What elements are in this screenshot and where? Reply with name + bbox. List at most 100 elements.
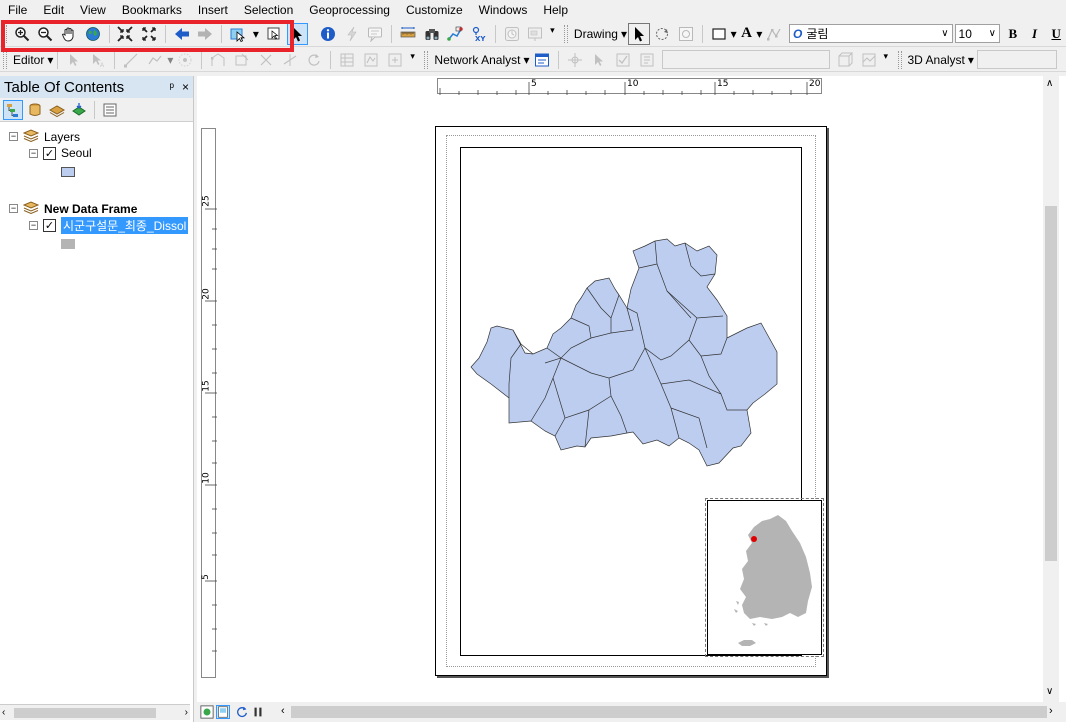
- menu-selection[interactable]: Selection: [236, 0, 301, 20]
- 3d-layer-combo[interactable]: [976, 50, 1057, 69]
- zoom-in-icon[interactable]: [11, 23, 33, 45]
- new-text-button[interactable]: A: [737, 24, 757, 44]
- toolbar-grip[interactable]: [424, 50, 429, 69]
- reshape-icon[interactable]: [231, 49, 253, 71]
- hyperlink-icon[interactable]: [341, 23, 363, 45]
- list-by-source-icon[interactable]: [25, 100, 45, 120]
- scrollbar-thumb[interactable]: [14, 708, 156, 718]
- close-icon[interactable]: ×: [182, 80, 189, 94]
- layout-canvas[interactable]: [219, 96, 1043, 702]
- rectangle-icon[interactable]: [708, 23, 730, 45]
- select-elements-arrow-icon[interactable]: [627, 22, 650, 45]
- chevron-down-icon[interactable]: ▾: [167, 53, 173, 67]
- refresh-icon[interactable]: [235, 705, 249, 719]
- layer-symbol-swatch[interactable]: [61, 239, 75, 249]
- layer-dissolve[interactable]: − ✓ 시군구설문_최종_Dissol: [29, 217, 189, 234]
- zoom-out-icon[interactable]: [35, 23, 57, 45]
- collapse-icon[interactable]: −: [9, 204, 18, 213]
- toolbar-grip[interactable]: [563, 24, 568, 43]
- italic-button[interactable]: I: [1025, 24, 1045, 44]
- horizontal-scrollbar-thumb[interactable]: [291, 706, 1047, 718]
- edit-vertices-icon[interactable]: [763, 23, 785, 45]
- data-view-icon[interactable]: [200, 705, 214, 719]
- edit-tool-icon[interactable]: [63, 49, 85, 71]
- measure-ruler-icon[interactable]: [397, 23, 419, 45]
- layout-view-icon[interactable]: [216, 705, 230, 719]
- straight-segment-icon[interactable]: [120, 49, 142, 71]
- options-icon[interactable]: [100, 100, 120, 120]
- sketch-properties-icon[interactable]: [360, 49, 382, 71]
- network-analyst-menu[interactable]: Network Analyst: [431, 53, 523, 67]
- data-frame-layers[interactable]: − Layers: [9, 128, 80, 145]
- pan-hand-icon[interactable]: [58, 23, 80, 45]
- find-binoculars-icon[interactable]: [421, 23, 443, 45]
- rotate-icon[interactable]: [652, 23, 674, 45]
- toc-horizontal-scrollbar[interactable]: ‹ ›: [0, 704, 190, 720]
- scroll-right-icon[interactable]: ›: [1049, 705, 1053, 717]
- menu-bookmarks[interactable]: Bookmarks: [114, 0, 190, 20]
- scroll-left-icon[interactable]: ‹: [2, 707, 5, 718]
- scroll-left-icon[interactable]: ‹: [281, 705, 285, 717]
- 3d-tool-icon[interactable]: [834, 49, 856, 71]
- goto-xy-icon[interactable]: XY: [468, 23, 490, 45]
- chevron-down-icon[interactable]: ▾: [523, 53, 529, 67]
- select-move-network-location-icon[interactable]: [588, 49, 610, 71]
- scrollbar-thumb[interactable]: [1045, 206, 1057, 561]
- list-by-drawing-order-icon[interactable]: [3, 99, 23, 120]
- menu-help[interactable]: Help: [535, 0, 576, 20]
- chevron-down-icon[interactable]: ▾: [621, 27, 627, 41]
- layer-symbol-swatch[interactable]: [61, 167, 75, 177]
- layer-visibility-checkbox[interactable]: ✓: [43, 219, 56, 232]
- pause-drawing-icon[interactable]: [251, 705, 265, 719]
- select-features-icon[interactable]: [227, 23, 249, 45]
- menu-insert[interactable]: Insert: [190, 0, 236, 20]
- layer-visibility-checkbox[interactable]: ✓: [43, 146, 56, 160]
- data-frame-new[interactable]: − New Data Frame: [9, 200, 137, 217]
- toolbar-grip[interactable]: [897, 50, 902, 69]
- menu-customize[interactable]: Customize: [398, 0, 471, 20]
- chevron-down-icon[interactable]: ▾: [968, 53, 974, 67]
- fixed-zoom-out-icon[interactable]: [138, 23, 160, 45]
- edit-annotation-icon[interactable]: A: [87, 49, 109, 71]
- chevron-down-icon[interactable]: ▾: [250, 27, 262, 41]
- chevron-down-icon[interactable]: ▾: [47, 53, 53, 67]
- data-frame-seoul[interactable]: [460, 147, 824, 657]
- find-route-icon[interactable]: [444, 23, 466, 45]
- create-network-location-icon[interactable]: [564, 49, 586, 71]
- back-arrow-icon[interactable]: [171, 23, 193, 45]
- forward-arrow-icon[interactable]: [195, 23, 217, 45]
- chevron-down-icon[interactable]: ▾: [756, 27, 762, 41]
- menu-geoprocessing[interactable]: Geoprocessing: [301, 0, 398, 20]
- identify-icon[interactable]: [317, 23, 339, 45]
- layer-seoul[interactable]: − ✓ Seoul: [29, 146, 92, 160]
- network-analyst-window-icon[interactable]: [531, 49, 553, 71]
- vertical-scrollbar[interactable]: ∧ ∨: [1043, 76, 1059, 702]
- edit-vertices-tool-icon[interactable]: [207, 49, 229, 71]
- scroll-up-icon[interactable]: ∧: [1046, 78, 1053, 89]
- menu-edit[interactable]: Edit: [35, 0, 72, 20]
- zoom-to-selected-elements-icon[interactable]: [675, 23, 697, 45]
- toolbar-options-icon[interactable]: ▾: [410, 51, 418, 69]
- create-features-icon[interactable]: [384, 49, 406, 71]
- bold-button[interactable]: B: [1003, 24, 1023, 44]
- html-popup-icon[interactable]: [365, 23, 387, 45]
- select-elements-icon[interactable]: [286, 22, 309, 45]
- attributes-icon[interactable]: [336, 49, 358, 71]
- time-slider-icon[interactable]: [501, 23, 523, 45]
- directions-window-icon[interactable]: [636, 49, 658, 71]
- toolbar-options-icon[interactable]: ▾: [550, 25, 558, 43]
- collapse-icon[interactable]: −: [29, 221, 38, 230]
- scroll-right-icon[interactable]: ›: [185, 707, 188, 718]
- solve-icon[interactable]: [612, 49, 634, 71]
- toolbar-grip[interactable]: [3, 24, 7, 43]
- clear-selection-icon[interactable]: [263, 23, 285, 45]
- create-viewer-window-icon[interactable]: [524, 23, 546, 45]
- trace-icon[interactable]: [144, 49, 166, 71]
- toolbar-grip[interactable]: [3, 50, 7, 69]
- pin-icon[interactable]: ᵖ: [169, 80, 174, 94]
- network-dataset-combo[interactable]: [661, 50, 830, 69]
- menu-file[interactable]: File: [0, 0, 35, 20]
- menu-view[interactable]: View: [72, 0, 114, 20]
- full-extent-globe-icon[interactable]: [82, 23, 104, 45]
- collapse-icon[interactable]: −: [9, 132, 18, 141]
